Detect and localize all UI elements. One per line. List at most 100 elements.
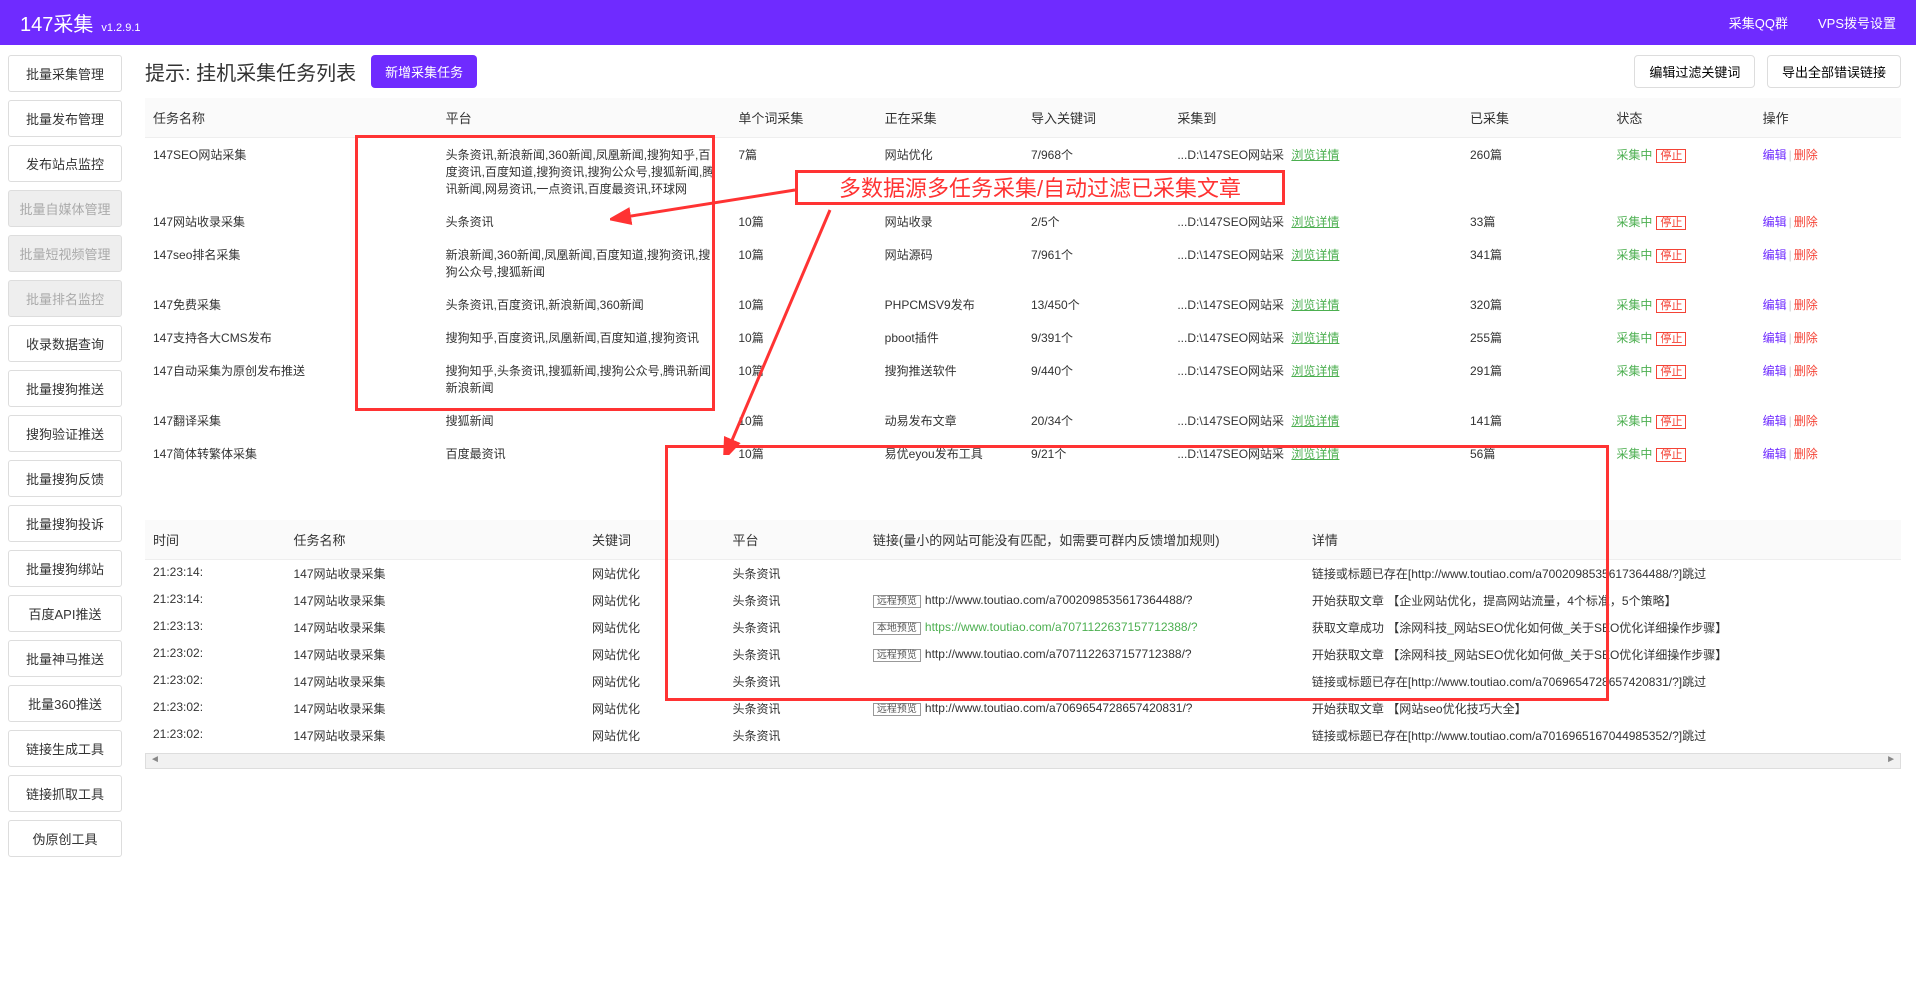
sidebar-item-15[interactable]: 链接生成工具: [8, 730, 122, 767]
log-url[interactable]: http://www.toutiao.com/a7002098535617364…: [925, 593, 1193, 607]
sidebar: 批量采集管理批量发布管理发布站点监控批量自媒体管理批量短视频管理批量排名监控收录…: [0, 45, 130, 875]
cell-collecting: 搜狗推送软件: [877, 354, 1023, 404]
cell-import: 2/5个: [1023, 205, 1169, 238]
status-text: 采集中: [1616, 248, 1652, 262]
sidebar-item-17[interactable]: 伪原创工具: [8, 820, 122, 857]
sidebar-item-7[interactable]: 批量搜狗推送: [8, 370, 122, 407]
sidebar-item-2[interactable]: 发布站点监控: [8, 145, 122, 182]
log-url[interactable]: http://www.toutiao.com/a7071122637157712…: [925, 647, 1192, 661]
task-row: 147简体转繁体采集百度最资讯10篇易优eyou发布工具9/21个...D:\1…: [145, 437, 1901, 470]
sidebar-item-14[interactable]: 批量360推送: [8, 685, 122, 722]
edit-filter-button[interactable]: 编辑过滤关键词: [1634, 55, 1755, 88]
cell-status: 采集中停止: [1608, 238, 1754, 288]
log-time: 21:23:02:: [145, 695, 285, 722]
edit-link[interactable]: 编辑: [1763, 447, 1787, 461]
sidebar-item-13[interactable]: 批量神马推送: [8, 640, 122, 677]
vps-settings-link[interactable]: VPS拨号设置: [1818, 13, 1896, 32]
sidebar-item-6[interactable]: 收录数据查询: [8, 325, 122, 362]
edit-link[interactable]: 编辑: [1763, 298, 1787, 312]
log-platform: 头条资讯: [724, 695, 864, 722]
log-col-detail: 详情: [1304, 520, 1901, 560]
log-detail: 链接或标题已存在[http://www.toutiao.com/a7069654…: [1304, 668, 1901, 695]
edit-link[interactable]: 编辑: [1763, 364, 1787, 378]
stop-button[interactable]: 停止: [1656, 149, 1686, 163]
sidebar-item-11[interactable]: 批量搜狗绑站: [8, 550, 122, 587]
cell-platform: 头条资讯,百度资讯,新浪新闻,360新闻: [438, 288, 731, 321]
stop-button[interactable]: 停止: [1656, 299, 1686, 313]
sidebar-item-4: 批量短视频管理: [8, 235, 122, 272]
log-url[interactable]: https://www.toutiao.com/a707112263715771…: [925, 620, 1198, 634]
remote-preview-button[interactable]: 远程预览: [873, 595, 921, 608]
add-task-button[interactable]: 新增采集任务: [371, 55, 477, 88]
log-link: 本地预览 https://www.toutiao.com/a70711226371…: [865, 614, 1304, 641]
edit-link[interactable]: 编辑: [1763, 215, 1787, 229]
cell-collected: 341篇: [1462, 238, 1608, 288]
delete-link[interactable]: 删除: [1794, 215, 1818, 229]
qq-group-link[interactable]: 采集QQ群: [1729, 13, 1788, 32]
log-time: 21:23:14:: [145, 560, 285, 588]
stop-button[interactable]: 停止: [1656, 448, 1686, 462]
edit-link[interactable]: 编辑: [1763, 414, 1787, 428]
log-link: 远程预览 http://www.toutiao.com/a706965472865…: [865, 695, 1304, 722]
edit-link[interactable]: 编辑: [1763, 331, 1787, 345]
sidebar-item-1[interactable]: 批量发布管理: [8, 100, 122, 137]
delete-link[interactable]: 删除: [1794, 298, 1818, 312]
log-link: 远程预览 http://www.toutiao.com/a707112263715…: [865, 641, 1304, 668]
browse-detail-link[interactable]: 浏览详情: [1291, 364, 1339, 378]
cell-name: 147自动采集为原创发布推送: [145, 354, 438, 404]
browse-detail-link[interactable]: 浏览详情: [1291, 414, 1339, 428]
remote-preview-button[interactable]: 远程预览: [873, 703, 921, 716]
cell-status: 采集中停止: [1608, 437, 1754, 470]
browse-detail-link[interactable]: 浏览详情: [1291, 298, 1339, 312]
stop-button[interactable]: 停止: [1656, 332, 1686, 346]
stop-button[interactable]: 停止: [1656, 415, 1686, 429]
log-task: 147网站收录采集: [285, 695, 584, 722]
browse-detail-link[interactable]: 浏览详情: [1291, 215, 1339, 229]
log-task: 147网站收录采集: [285, 587, 584, 614]
browse-detail-link[interactable]: 浏览详情: [1291, 148, 1339, 162]
cell-op: 编辑|删除: [1755, 288, 1901, 321]
sidebar-item-8[interactable]: 搜狗验证推送: [8, 415, 122, 452]
sidebar-item-0[interactable]: 批量采集管理: [8, 55, 122, 92]
cell-collecting: 网站优化: [877, 138, 1023, 206]
edit-link[interactable]: 编辑: [1763, 248, 1787, 262]
browse-detail-link[interactable]: 浏览详情: [1291, 248, 1339, 262]
local-preview-button[interactable]: 本地预览: [873, 622, 921, 635]
delete-link[interactable]: 删除: [1794, 331, 1818, 345]
sidebar-item-12[interactable]: 百度API推送: [8, 595, 122, 632]
browse-detail-link[interactable]: 浏览详情: [1291, 447, 1339, 461]
col-dest: 采集到: [1169, 98, 1462, 138]
cell-platform: 头条资讯,新浪新闻,360新闻,凤凰新闻,搜狗知乎,百度资讯,百度知道,搜狗资讯…: [438, 138, 731, 206]
log-keyword: 网站优化: [584, 587, 724, 614]
delete-link[interactable]: 删除: [1794, 364, 1818, 378]
delete-link[interactable]: 删除: [1794, 414, 1818, 428]
col-collecting: 正在采集: [877, 98, 1023, 138]
delete-link[interactable]: 删除: [1794, 447, 1818, 461]
log-time: 21:23:02:: [145, 722, 285, 749]
task-row: 147SEO网站采集头条资讯,新浪新闻,360新闻,凤凰新闻,搜狗知乎,百度资讯…: [145, 138, 1901, 206]
status-text: 采集中: [1616, 215, 1652, 229]
remote-preview-button[interactable]: 远程预览: [873, 649, 921, 662]
stop-button[interactable]: 停止: [1656, 216, 1686, 230]
log-col-task: 任务名称: [285, 520, 584, 560]
cell-op: 编辑|删除: [1755, 238, 1901, 288]
log-row: 21:23:14:147网站收录采集网站优化头条资讯链接或标题已存在[http:…: [145, 560, 1901, 588]
edit-link[interactable]: 编辑: [1763, 148, 1787, 162]
header-left: 147采集 v1.2.9.1: [20, 8, 141, 37]
stop-button[interactable]: 停止: [1656, 365, 1686, 379]
header-right: 采集QQ群 VPS拨号设置: [1729, 13, 1896, 32]
sidebar-item-10[interactable]: 批量搜狗投诉: [8, 505, 122, 542]
delete-link[interactable]: 删除: [1794, 148, 1818, 162]
horizontal-scrollbar[interactable]: [145, 753, 1901, 769]
sidebar-item-9[interactable]: 批量搜狗反馈: [8, 460, 122, 497]
sidebar-item-16[interactable]: 链接抓取工具: [8, 775, 122, 812]
sidebar-item-3: 批量自媒体管理: [8, 190, 122, 227]
export-errors-button[interactable]: 导出全部错误链接: [1767, 55, 1901, 88]
cell-status: 采集中停止: [1608, 354, 1754, 404]
log-url[interactable]: http://www.toutiao.com/a7069654728657420…: [925, 701, 1193, 715]
browse-detail-link[interactable]: 浏览详情: [1291, 331, 1339, 345]
status-text: 采集中: [1616, 298, 1652, 312]
cell-dest: ...D:\147SEO网站采 浏览详情: [1169, 138, 1462, 206]
stop-button[interactable]: 停止: [1656, 249, 1686, 263]
delete-link[interactable]: 删除: [1794, 248, 1818, 262]
